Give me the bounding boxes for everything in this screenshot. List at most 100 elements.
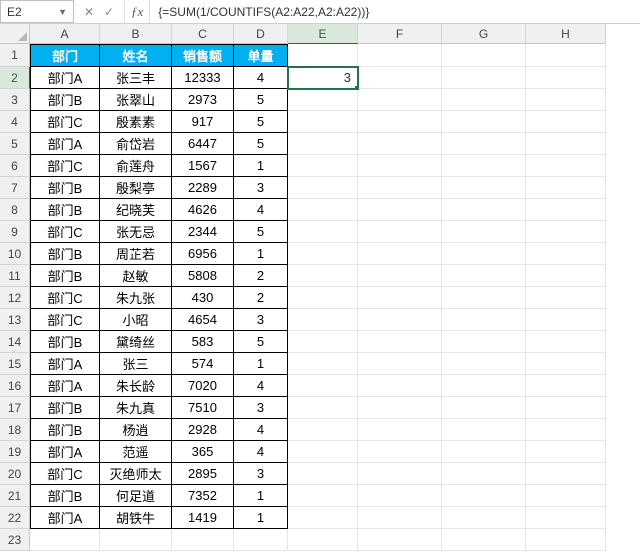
cell-E4[interactable] (288, 111, 358, 133)
row-header-13[interactable]: 13 (0, 309, 30, 331)
cell-E11[interactable] (288, 265, 358, 287)
cell-E5[interactable] (288, 133, 358, 155)
cell-A23[interactable] (30, 529, 100, 551)
cell-D6[interactable]: 1 (234, 155, 288, 177)
cell-B5[interactable]: 俞岱岩 (100, 133, 172, 155)
cell-F3[interactable] (358, 89, 442, 111)
cell-B16[interactable]: 朱长龄 (100, 375, 172, 397)
cell-F6[interactable] (358, 155, 442, 177)
cell-H19[interactable] (526, 441, 606, 463)
cell-C18[interactable]: 2928 (172, 419, 234, 441)
cell-C4[interactable]: 917 (172, 111, 234, 133)
cell-A21[interactable]: 部门B (30, 485, 100, 507)
row-header-6[interactable]: 6 (0, 155, 30, 177)
row-header-18[interactable]: 18 (0, 419, 30, 441)
cell-C2[interactable]: 12333 (172, 67, 234, 89)
cell-D20[interactable]: 3 (234, 463, 288, 485)
col-header-H[interactable]: H (526, 24, 606, 44)
cell-B18[interactable]: 杨逍 (100, 419, 172, 441)
cell-F14[interactable] (358, 331, 442, 353)
cell-C19[interactable]: 365 (172, 441, 234, 463)
row-header-19[interactable]: 19 (0, 441, 30, 463)
cell-F19[interactable] (358, 441, 442, 463)
cell-H20[interactable] (526, 463, 606, 485)
cell-E2[interactable]: 3 (288, 67, 358, 89)
cell-F22[interactable] (358, 507, 442, 529)
col-header-B[interactable]: B (100, 24, 172, 44)
cell-B15[interactable]: 张三 (100, 353, 172, 375)
cell-F12[interactable] (358, 287, 442, 309)
cell-D5[interactable]: 5 (234, 133, 288, 155)
select-all-corner[interactable] (0, 24, 30, 44)
cell-A17[interactable]: 部门B (30, 397, 100, 419)
row-header-7[interactable]: 7 (0, 177, 30, 199)
cell-F16[interactable] (358, 375, 442, 397)
cell-E13[interactable] (288, 309, 358, 331)
cell-C5[interactable]: 6447 (172, 133, 234, 155)
row-header-10[interactable]: 10 (0, 243, 30, 265)
row-header-2[interactable]: 2 (0, 67, 30, 89)
cell-A3[interactable]: 部门B (30, 89, 100, 111)
accept-icon[interactable]: ✓ (102, 5, 116, 19)
cell-F10[interactable] (358, 243, 442, 265)
cell-C12[interactable]: 430 (172, 287, 234, 309)
cell-F20[interactable] (358, 463, 442, 485)
cancel-icon[interactable]: ✕ (82, 5, 96, 19)
cell-G11[interactable] (442, 265, 526, 287)
cell-C11[interactable]: 5808 (172, 265, 234, 287)
cell-A9[interactable]: 部门C (30, 221, 100, 243)
cell-F17[interactable] (358, 397, 442, 419)
cell-C23[interactable] (172, 529, 234, 551)
row-header-5[interactable]: 5 (0, 133, 30, 155)
cell-H18[interactable] (526, 419, 606, 441)
row-header-21[interactable]: 21 (0, 485, 30, 507)
cell-H2[interactable] (526, 67, 606, 89)
cell-F18[interactable] (358, 419, 442, 441)
cell-G15[interactable] (442, 353, 526, 375)
cell-G10[interactable] (442, 243, 526, 265)
cell-F11[interactable] (358, 265, 442, 287)
col-header-C[interactable]: C (172, 24, 234, 44)
cell-H22[interactable] (526, 507, 606, 529)
cell-D15[interactable]: 1 (234, 353, 288, 375)
formula-input[interactable]: {=SUM(1/COUNTIFS(A2:A22,A2:A22))} (150, 0, 640, 23)
col-header-A[interactable]: A (30, 24, 100, 44)
row-header-9[interactable]: 9 (0, 221, 30, 243)
cell-C16[interactable]: 7020 (172, 375, 234, 397)
cell-D11[interactable]: 2 (234, 265, 288, 287)
cell-H4[interactable] (526, 111, 606, 133)
cell-C17[interactable]: 7510 (172, 397, 234, 419)
cell-A13[interactable]: 部门C (30, 309, 100, 331)
cell-G23[interactable] (442, 529, 526, 551)
cell-B12[interactable]: 朱九张 (100, 287, 172, 309)
cell-H12[interactable] (526, 287, 606, 309)
col-header-G[interactable]: G (442, 24, 526, 44)
cell-A22[interactable]: 部门A (30, 507, 100, 529)
cell-E16[interactable] (288, 375, 358, 397)
cell-B3[interactable]: 张翠山 (100, 89, 172, 111)
cell-B8[interactable]: 纪晓芙 (100, 199, 172, 221)
row-header-20[interactable]: 20 (0, 463, 30, 485)
cell-G16[interactable] (442, 375, 526, 397)
cell-C6[interactable]: 1567 (172, 155, 234, 177)
cell-A18[interactable]: 部门B (30, 419, 100, 441)
cell-C7[interactable]: 2289 (172, 177, 234, 199)
cell-F5[interactable] (358, 133, 442, 155)
cell-G13[interactable] (442, 309, 526, 331)
cell-B20[interactable]: 灭绝师太 (100, 463, 172, 485)
row-header-1[interactable]: 1 (0, 44, 30, 67)
cell-G12[interactable] (442, 287, 526, 309)
row-header-17[interactable]: 17 (0, 397, 30, 419)
col-header-F[interactable]: F (358, 24, 442, 44)
cell-A5[interactable]: 部门A (30, 133, 100, 155)
cell-G8[interactable] (442, 199, 526, 221)
cell-D13[interactable]: 3 (234, 309, 288, 331)
cell-B17[interactable]: 朱九真 (100, 397, 172, 419)
cell-G4[interactable] (442, 111, 526, 133)
cell-E10[interactable] (288, 243, 358, 265)
cell-H3[interactable] (526, 89, 606, 111)
cell-G20[interactable] (442, 463, 526, 485)
cell-F1[interactable] (358, 44, 442, 67)
cell-B10[interactable]: 周芷若 (100, 243, 172, 265)
cell-B4[interactable]: 殷素素 (100, 111, 172, 133)
